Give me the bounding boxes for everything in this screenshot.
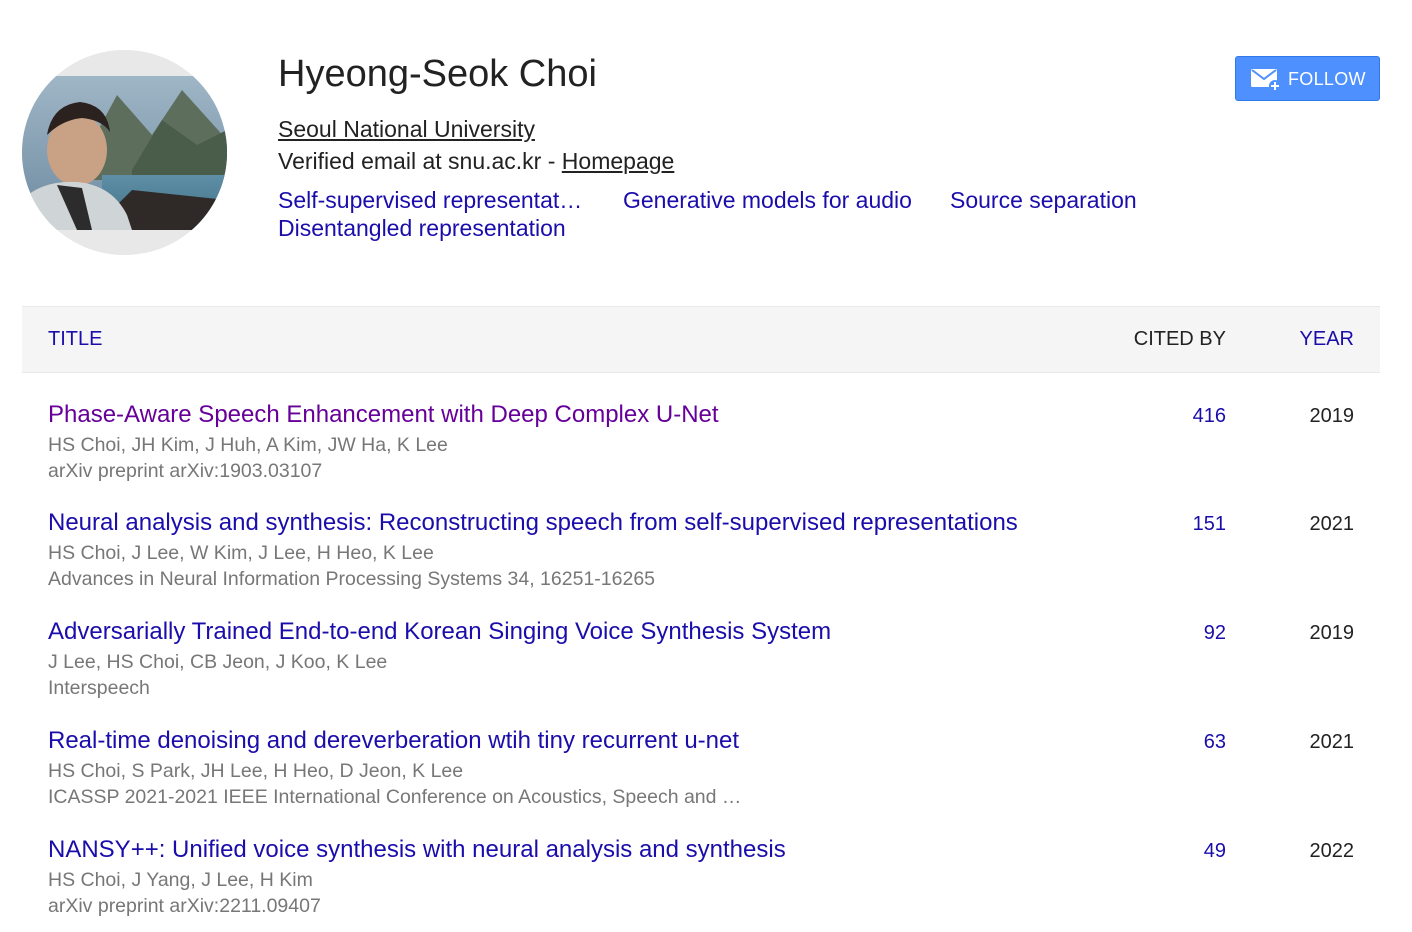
profile-name: Hyeong-Seok Choi (278, 53, 597, 95)
publication-title-link[interactable]: Real-time denoising and dereverberation … (48, 726, 739, 756)
publication-venue: arXiv preprint arXiv:1903.03107 (48, 460, 323, 482)
cited-by-count-link[interactable]: 416 (1193, 403, 1226, 429)
publication-year: 2019 (1309, 405, 1355, 427)
scholar-profile-page: Hyeong-Seok Choi Seoul National Universi… (0, 0, 1412, 932)
publication-title-link[interactable]: Neural analysis and synthesis: Reconstru… (48, 508, 1018, 538)
profile-avatar (22, 50, 227, 255)
verified-email-line: Verified email at snu.ac.kr - Homepage (278, 147, 674, 175)
table-row: Phase-Aware Speech Enhancement with Deep… (22, 400, 1380, 508)
interest-link-self-supervised[interactable]: Self-supervised representat… (278, 186, 582, 214)
table-row: Neural analysis and synthesis: Reconstru… (22, 508, 1380, 616)
table-row: Real-time denoising and dereverberation … (22, 726, 1380, 834)
follow-label: FOLLOW (1288, 69, 1366, 89)
publication-authors: J Lee, HS Choi, CB Jeon, J Koo, K Lee (48, 651, 388, 673)
homepage-link[interactable]: Homepage (562, 148, 675, 174)
publication-title-link[interactable]: Adversarially Trained End-to-end Korean … (48, 617, 831, 647)
publication-year: 2022 (1309, 840, 1355, 862)
publication-venue: ICASSP 2021-2021 IEEE International Conf… (48, 786, 742, 808)
cited-by-count-link[interactable]: 151 (1193, 511, 1226, 537)
envelope-plus-icon (1250, 67, 1282, 98)
interest-link-disentangled[interactable]: Disentangled representation (278, 214, 566, 242)
follow-button[interactable]: FOLLOW (1235, 56, 1380, 101)
publication-authors: HS Choi, J Yang, J Lee, H Kim (48, 869, 313, 891)
cited-by-count-link[interactable]: 63 (1204, 729, 1226, 755)
publication-authors: HS Choi, JH Kim, J Huh, A Kim, JW Ha, K … (48, 434, 448, 456)
cited-by-count-link[interactable]: 49 (1204, 838, 1226, 864)
publication-venue: Advances in Neural Information Processin… (48, 568, 656, 590)
publication-authors: HS Choi, S Park, JH Lee, H Heo, D Jeon, … (48, 760, 464, 782)
interest-link-source-separation[interactable]: Source separation (950, 186, 1137, 214)
interest-link-generative-audio[interactable]: Generative models for audio (623, 186, 912, 214)
publication-authors: HS Choi, J Lee, W Kim, J Lee, H Heo, K L… (48, 542, 434, 564)
table-row: Adversarially Trained End-to-end Korean … (22, 617, 1380, 725)
sort-by-year-header[interactable]: YEAR (1300, 328, 1354, 351)
publication-year: 2019 (1309, 622, 1355, 644)
publication-year: 2021 (1309, 731, 1355, 753)
publication-venue: arXiv preprint arXiv:2211.09407 (48, 895, 321, 917)
publication-venue: Interspeech (48, 677, 150, 699)
sort-by-title-header[interactable]: TITLE (48, 328, 102, 351)
publication-title-link[interactable]: Phase-Aware Speech Enhancement with Deep… (48, 400, 719, 430)
publication-year: 2021 (1309, 513, 1355, 535)
publications-table-header: TITLE CITED BY YEAR (22, 306, 1380, 373)
publication-title-link[interactable]: NANSY++: Unified voice synthesis with ne… (48, 835, 786, 865)
table-row: NANSY++: Unified voice synthesis with ne… (22, 835, 1380, 932)
verified-email-text: Verified email at snu.ac.kr - (278, 148, 562, 174)
cited-by-header: CITED BY (1133, 328, 1226, 350)
affiliation-link[interactable]: Seoul National University (278, 115, 535, 143)
cited-by-count-link[interactable]: 92 (1204, 620, 1226, 646)
